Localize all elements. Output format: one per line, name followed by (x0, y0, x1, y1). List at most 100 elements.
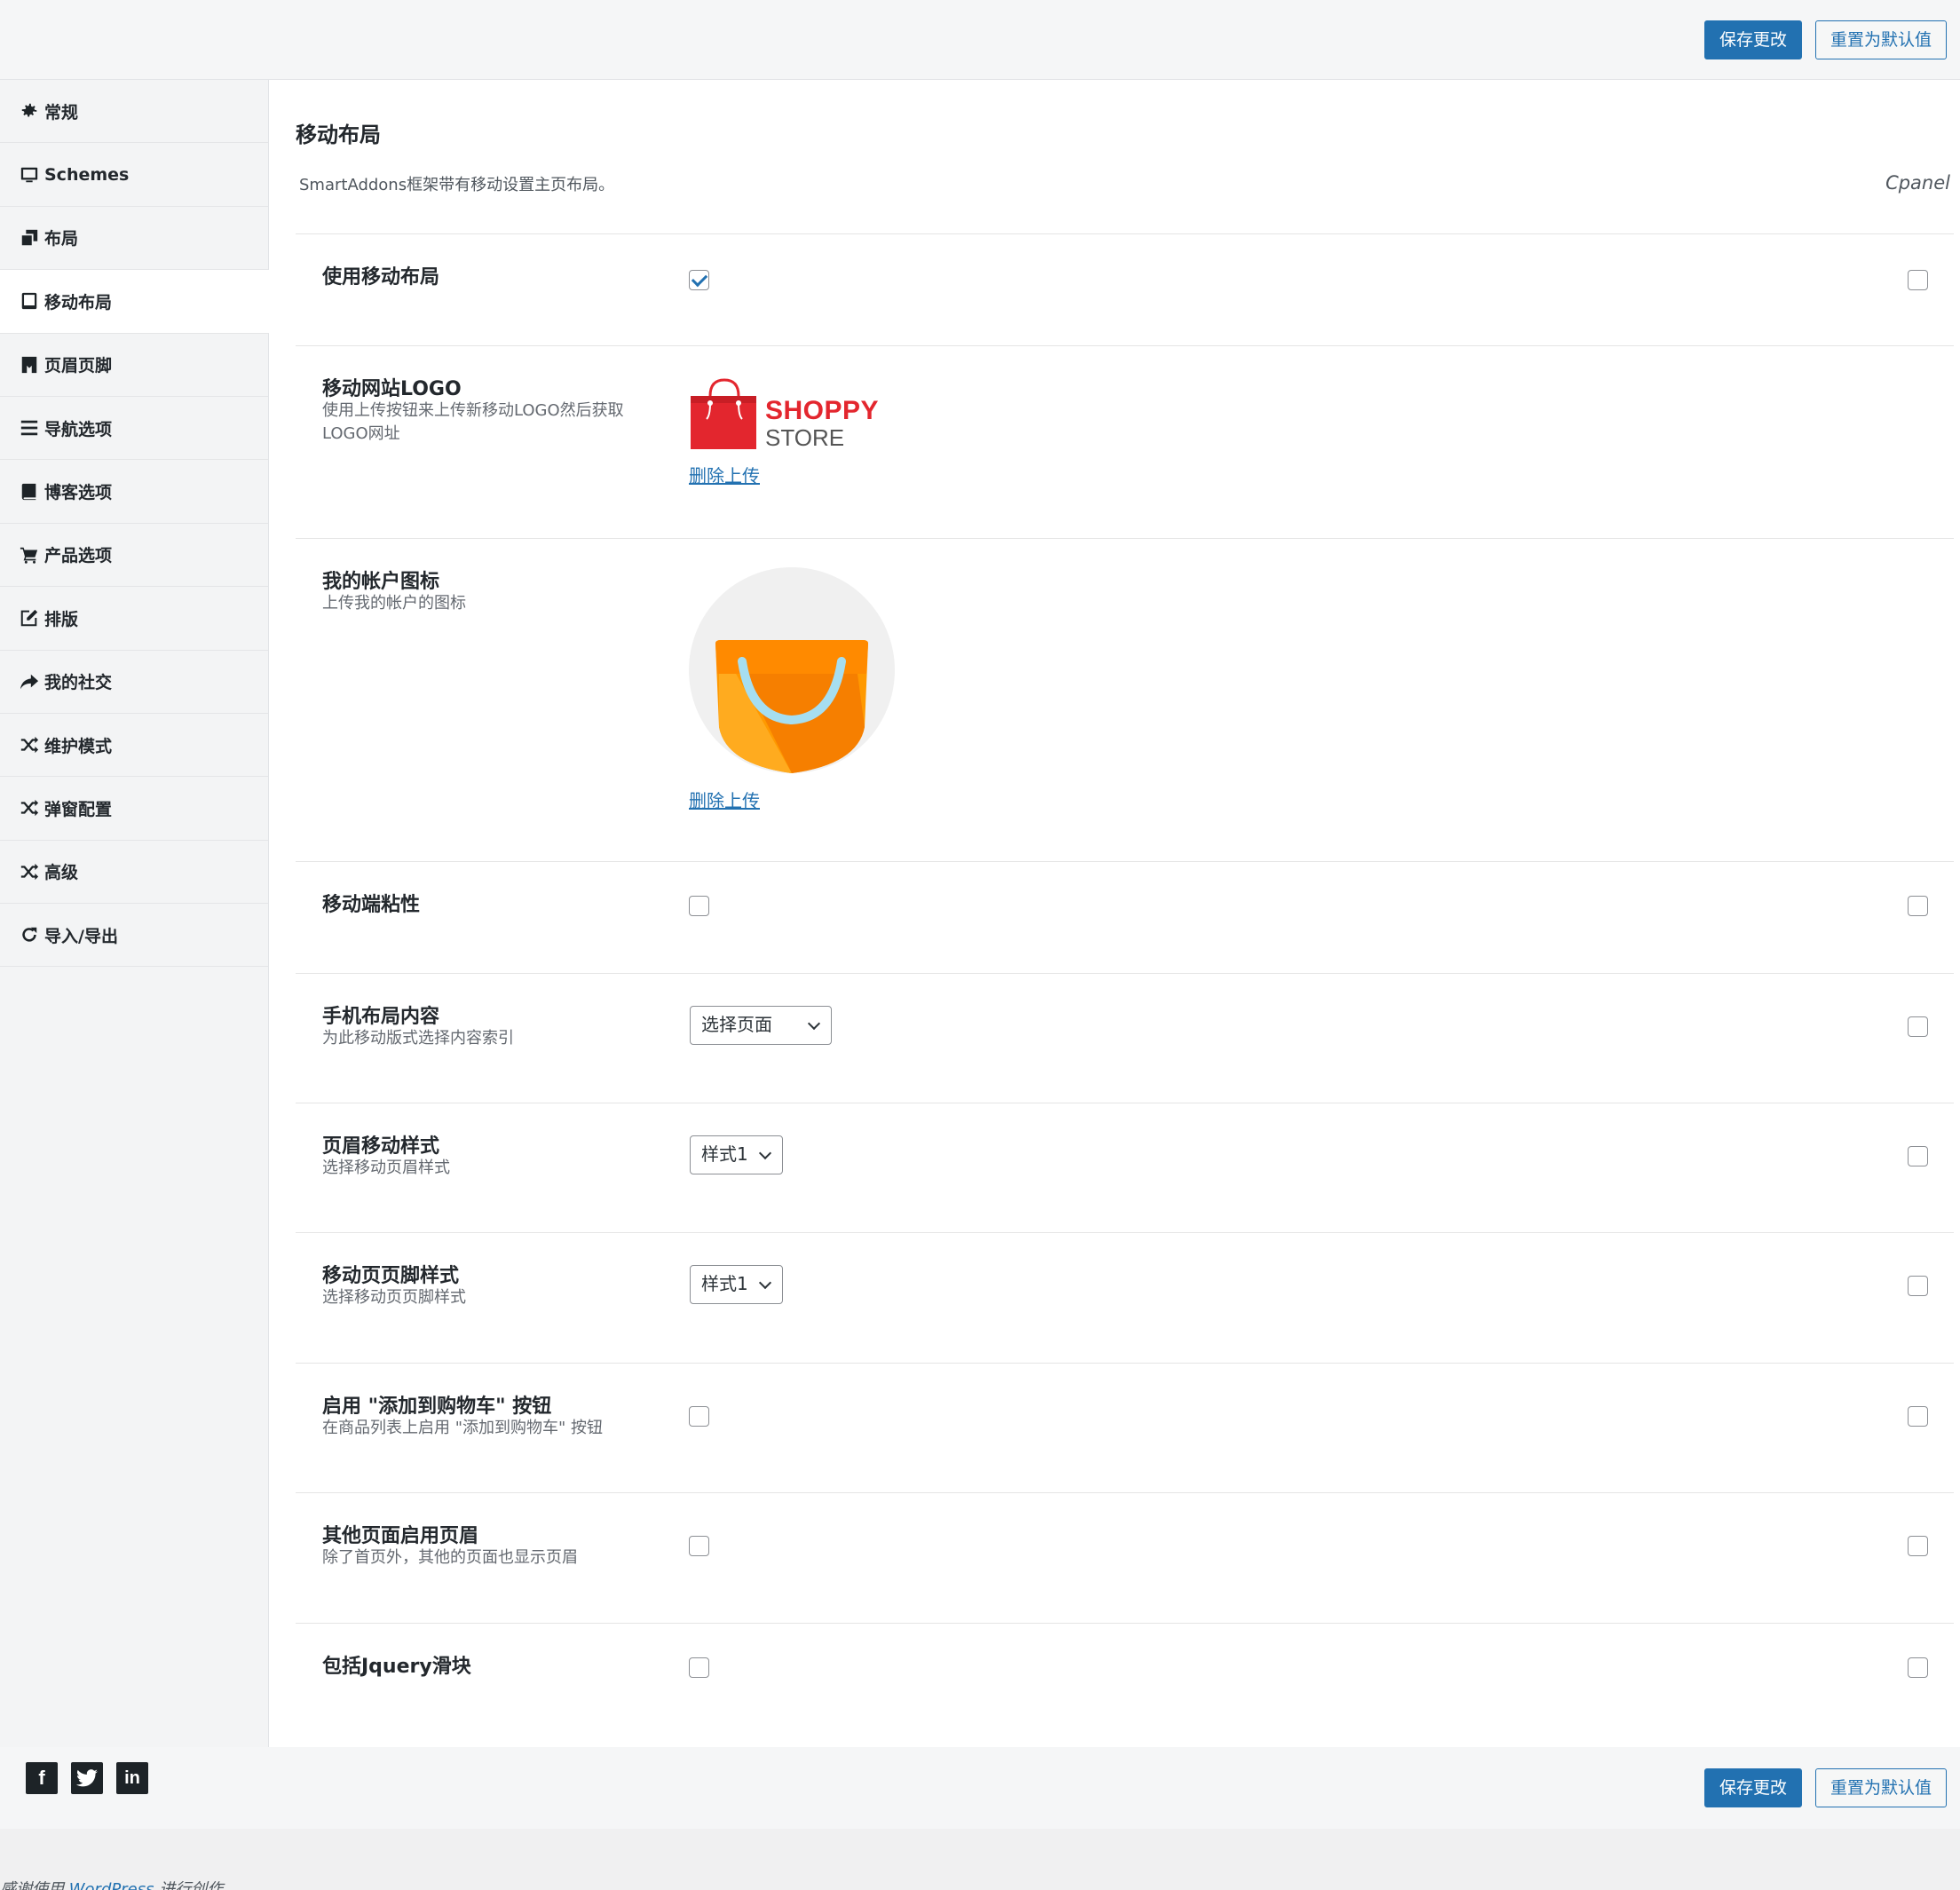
sidebar-item-blog-options[interactable]: 博客选项 (0, 460, 268, 524)
sidebar: 常规 Schemes 布局 移动布局 页眉页脚 导航选项 博客选项 产品选项 排… (0, 80, 269, 1747)
field-mobile-logo: 移动网站LOGO 使用上传按钮来上传新移动LOGO然后获取LOGO网址 SHOP… (296, 345, 1954, 538)
wordpress-link[interactable]: WordPress (69, 1880, 154, 1890)
field-description: 除了首页外，其他的页面也显示页眉 (322, 1548, 578, 1567)
sidebar-item-typography[interactable]: 排版 (0, 587, 268, 651)
shopping-bag-icon (691, 378, 756, 449)
tablet-icon (18, 289, 41, 312)
sidebar-item-maintenance[interactable]: 维护模式 (0, 714, 268, 778)
sidebar-item-popup[interactable]: 弹窗配置 (0, 777, 268, 841)
layout-content-select[interactable]: 选择页面 (690, 1006, 832, 1045)
field-label: 移动端粘性 (322, 894, 421, 916)
sidebar-item-layout[interactable]: 布局 (0, 207, 268, 271)
chevron-down-icon (807, 1016, 821, 1031)
footer-credits: 感谢使用 WordPress 进行创作。 (0, 1877, 239, 1890)
sidebar-item-label: 页眉页脚 (44, 356, 113, 376)
sidebar-item-product-options[interactable]: 产品选项 (0, 524, 268, 588)
share-icon (18, 670, 41, 693)
logo-text-shoppy: SHOPPY (765, 396, 880, 425)
field-footer-style: 移动页页脚样式 选择移动页页脚样式 样式1 (296, 1232, 1954, 1363)
header-style-select[interactable]: 样式1 (690, 1135, 783, 1174)
reset-button[interactable]: 重置为默认值 (1815, 20, 1948, 59)
field-description: 在商品列表上启用 "添加到购物车" 按钮 (322, 1419, 604, 1437)
select-value: 样式1 (701, 1273, 748, 1294)
shuffle-icon (18, 860, 41, 883)
other-header-checkbox[interactable] (689, 1536, 709, 1556)
save-button-bottom[interactable]: 保存更改 (1704, 1768, 1803, 1807)
field-label: 移动页页脚样式 (322, 1265, 460, 1287)
remove-logo-link[interactable]: 删除上传 (689, 462, 760, 487)
sidebar-item-nav-options[interactable]: 导航选项 (0, 397, 268, 461)
sidebar-item-label: 产品选项 (44, 546, 113, 566)
sidebar-item-label: 弹窗配置 (44, 799, 113, 819)
refresh-icon (18, 923, 41, 946)
sidebar-item-label: 移动布局 (44, 292, 113, 312)
override-checkbox[interactable] (1908, 270, 1928, 290)
field-label: 页眉移动样式 (322, 1135, 440, 1158)
linkedin-icon[interactable]: in (116, 1762, 148, 1794)
field-account-icon: 我的帐户图标 上传我的帐户的图标 删除上传 (296, 538, 1954, 861)
footer-style-select[interactable]: 样式1 (690, 1265, 783, 1304)
field-label: 包括Jquery滑块 (322, 1656, 471, 1678)
sticky-checkbox[interactable] (689, 896, 709, 916)
book-icon (18, 480, 41, 503)
override-checkbox[interactable] (1908, 896, 1928, 916)
field-label: 其他页面启用页眉 (322, 1525, 479, 1547)
field-label: 我的帐户图标 (322, 571, 440, 593)
bars-icon (18, 416, 41, 439)
field-description: 上传我的帐户的图标 (322, 594, 466, 613)
field-jquery-slider: 包括Jquery滑块 (296, 1623, 1954, 1745)
override-checkbox[interactable] (1908, 1536, 1928, 1556)
field-description: 使用上传按钮来上传新移动LOGO然后获取LOGO网址 (322, 401, 624, 443)
save-button[interactable]: 保存更改 (1704, 20, 1803, 59)
facebook-icon[interactable]: f (26, 1762, 58, 1794)
sidebar-item-label: 高级 (44, 863, 79, 883)
edit-icon (18, 606, 41, 629)
credits-suffix: 进行创作。 (159, 1880, 240, 1890)
remove-account-icon-link[interactable]: 删除上传 (689, 787, 760, 812)
override-checkbox[interactable] (1908, 1406, 1928, 1427)
shoppy-store-logo: SHOPPY STORE (689, 376, 884, 451)
field-description: 选择移动页眉样式 (322, 1159, 450, 1177)
add-to-cart-checkbox[interactable] (689, 1406, 709, 1427)
sidebar-item-advanced[interactable]: 高级 (0, 841, 268, 905)
twitter-icon[interactable] (71, 1762, 103, 1794)
sidebar-item-import-export[interactable]: 导入/导出 (0, 904, 268, 968)
sidebar-item-schemes[interactable]: Schemes (0, 143, 268, 207)
chevron-down-icon (758, 1276, 772, 1290)
sidebar-item-label: 常规 (44, 102, 79, 123)
field-label: 启用 "添加到购物车" 按钮 (322, 1396, 552, 1418)
override-checkbox[interactable] (1908, 1016, 1928, 1037)
sidebar-item-label: Schemes (44, 164, 130, 185)
field-sticky: 移动端粘性 (296, 861, 1954, 973)
select-value: 选择页面 (701, 1014, 772, 1035)
sidebar-item-label: 维护模式 (44, 736, 113, 756)
bookmark-icon (18, 353, 41, 376)
shuffle-icon (18, 796, 41, 819)
override-checkbox[interactable] (1908, 1276, 1928, 1296)
field-description: 为此移动版式选择内容索引 (322, 1029, 514, 1048)
sidebar-item-header-footer[interactable]: 页眉页脚 (0, 334, 268, 397)
shuffle-icon (18, 733, 41, 756)
sidebar-item-label: 布局 (44, 229, 79, 249)
field-use-mobile: 使用移动布局 (296, 233, 1954, 345)
gear-icon (18, 99, 41, 123)
reset-button-bottom[interactable]: 重置为默认值 (1815, 1768, 1948, 1807)
field-description: 选择移动页页脚样式 (322, 1288, 466, 1307)
sidebar-item-social[interactable]: 我的社交 (0, 651, 268, 714)
field-other-header: 其他页面启用页眉 除了首页外，其他的页面也显示页眉 (296, 1492, 1954, 1623)
use-mobile-checkbox[interactable] (689, 270, 709, 290)
sidebar-item-label: 导航选项 (44, 419, 113, 439)
sidebar-item-label: 排版 (44, 609, 79, 629)
bottom-toolbar: 保存更改 重置为默认值 (0, 1747, 1960, 1829)
override-checkbox[interactable] (1908, 1657, 1928, 1678)
sidebar-item-general[interactable]: 常规 (0, 80, 268, 144)
account-bag-icon (689, 567, 895, 773)
sidebar-item-label: 我的社交 (44, 673, 113, 693)
field-header-style: 页眉移动样式 选择移动页眉样式 样式1 (296, 1103, 1954, 1232)
chevron-down-icon (758, 1146, 772, 1160)
section-description: SmartAddons框架带有移动设置主页布局。 (299, 176, 615, 194)
sidebar-item-mobile-layout[interactable]: 移动布局 (0, 270, 269, 334)
override-checkbox[interactable] (1908, 1146, 1928, 1166)
jquery-slider-checkbox[interactable] (689, 1657, 709, 1678)
field-label: 手机布局内容 (322, 1006, 440, 1028)
